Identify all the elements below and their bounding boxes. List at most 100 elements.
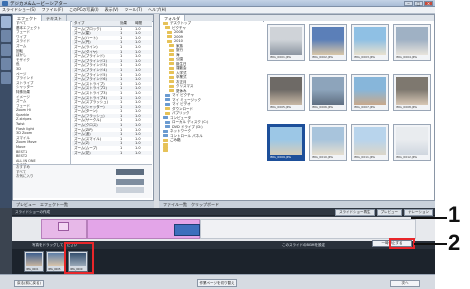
photo-thumbnail[interactable]: IMG_0008.JPG [393, 74, 431, 111]
back-button[interactable]: 戻る(前に戻る) [14, 280, 44, 287]
folder-icon [169, 75, 174, 79]
photo-image [312, 127, 344, 155]
photo-image [270, 127, 302, 155]
file-panel-bottom-tabs: ファイル一覧 クリップボード [159, 200, 435, 208]
timeline-header: スライドショーの作成 スライドショー再生 プレビュー ナレーション [12, 208, 435, 216]
effect-list-rows: ズーム(ブロック) 1 1.0 ズーム(星) 1 1.0 ズーム(ハート) 1 1.0 ズーム(円… [72, 27, 152, 156]
folder-icon [163, 138, 168, 142]
timeline-title: スライドショーの作成 [15, 210, 50, 214]
drive-icon [163, 116, 168, 120]
folder-icon [169, 71, 174, 75]
drive-icon [165, 98, 170, 102]
photo-image [270, 77, 302, 105]
menu-item-photos[interactable]: このPCの写真(I) [69, 7, 99, 13]
tab-file-list[interactable]: ファイル一覧 [163, 202, 187, 208]
timeline-photo-label: IMG_0001 [26, 268, 39, 271]
preview-button[interactable]: プレビュー [376, 209, 403, 216]
timeline-photo-label: IMG_0005 [48, 268, 61, 271]
tool-button-text[interactable] [1, 44, 11, 56]
callout-number-1: 1 [448, 202, 461, 227]
narration-button[interactable]: ナレーション [404, 209, 433, 216]
selected-clip[interactable] [174, 224, 200, 236]
tab-effect-list[interactable]: エフェクト一覧 [40, 202, 68, 208]
menu-item-tools[interactable]: ツール(T) [124, 7, 142, 13]
window-controls: ‒ □ × [404, 1, 433, 6]
app-icon [2, 1, 8, 6]
photo-filename: IMG_0011.JPG [354, 155, 375, 159]
drive-icon [163, 129, 168, 133]
folder-item-label: ごみ箱 [170, 138, 181, 142]
title-bar: デジカメ&ムービーシアター ‒ □ × [0, 0, 435, 7]
timeline-photo[interactable]: IMG_0001 [24, 251, 44, 272]
folder-icon [169, 48, 174, 52]
photo-thumbnail[interactable]: IMG_0003.JPG [351, 24, 389, 61]
photo-thumbnail[interactable]: IMG_0002.JPG [309, 24, 347, 61]
effect-category-tree[interactable]: すべて 基本エフェクト フェード ワイプ スライド ズーム 回転 ぼかし モザイク色 3D ページブ… [13, 21, 71, 164]
photo-filename: IMG_0002.JPG [312, 55, 333, 59]
photo-image [312, 27, 344, 55]
menu-item-file[interactable]: ファイル(F) [42, 7, 63, 13]
effect-type-cell: ズーム(花) [74, 150, 91, 155]
effect-panel-bottom-tabs: プレビュー エフェクト一覧 [12, 200, 154, 208]
bgm-track-hint: このスライドのBGMを設定 [282, 243, 326, 247]
drive-icon [163, 134, 168, 138]
switch-page-button[interactable]: 作業ページを切り替え [197, 279, 237, 287]
column-header-type[interactable]: タイプ [72, 21, 120, 26]
app-window: デジカメ&ムービーシアター ‒ □ × スライドショー(S) ファイル(F) こ… [0, 0, 435, 289]
menu-item-help[interactable]: ヘルプ(H) [148, 7, 166, 13]
photo-thumbnail[interactable]: IMG_0001.JPG [267, 24, 305, 61]
folder-icon [167, 35, 172, 39]
status-bar: 戻る(前に戻る) 作業ページを切り替え 次へ [0, 274, 435, 289]
folder-icon [169, 66, 174, 70]
play-slideshow-button[interactable]: スライドショー再生 [335, 209, 375, 216]
tab-clipboard[interactable]: クリップボード [191, 202, 219, 208]
folder-icon [169, 84, 174, 88]
next-button[interactable]: 次へ [390, 280, 420, 287]
column-header-effect[interactable]: 効果 [120, 21, 135, 26]
folder-icon [165, 26, 170, 30]
folder-icon [169, 44, 174, 48]
tool-button-music[interactable] [1, 58, 11, 70]
effect-clip-icon [58, 222, 69, 231]
callout-number-2: 2 [448, 230, 461, 255]
photo-thumbnail[interactable]: IMG_0010.JPG [309, 124, 347, 161]
tab-preview[interactable]: プレビュー [16, 202, 36, 208]
folder-icon [163, 148, 168, 152]
effect-time-cell: 1.0 [135, 150, 141, 155]
close-button[interactable]: × [424, 1, 433, 6]
photo-thumbnail[interactable]: IMG_0004.JPG [393, 24, 431, 61]
maximize-button[interactable]: □ [414, 1, 423, 6]
photo-filename: IMG_0008.JPG [396, 105, 417, 109]
photo-thumbnail[interactable]: IMG_0011.JPG [351, 124, 389, 161]
effect-list: タイプ 効果 時間 ズーム(ブロック) 1 1.0 ズーム(星) 1 1.0 ズーム(ハート… [72, 21, 152, 164]
folder-icon [169, 53, 174, 57]
photo-thumbnail[interactable]: IMG_0006.JPG [309, 74, 347, 111]
tool-button-output[interactable] [1, 72, 11, 84]
photo-thumbnail[interactable]: IMG_0009.JPG [267, 124, 305, 161]
timeline-photo[interactable]: IMG_0005 [46, 251, 66, 272]
thumbnail-grid: IMG_0001.JPG IMG_0002.JPG IMG_0003.JPG IMG_… [264, 21, 434, 200]
minimize-button[interactable]: ‒ [404, 1, 413, 6]
effect-preview-box: おすすめ すべて お気に入り [13, 164, 152, 198]
photo-thumbnail[interactable]: IMG_0012.JPG [393, 124, 431, 161]
column-header-time[interactable]: 時間 [135, 21, 150, 26]
tool-button-effect[interactable] [1, 30, 11, 42]
menu-item-slideshow[interactable]: スライドショー(S) [2, 7, 36, 13]
preview-image-2 [116, 179, 144, 185]
empty-track-area[interactable] [200, 219, 416, 239]
photo-thumbnail[interactable]: IMG_0007.JPG [351, 74, 389, 111]
effect-clip[interactable] [41, 219, 87, 239]
folder-icon [165, 111, 170, 115]
timeline-header-buttons: スライドショー再生 プレビュー ナレーション [335, 209, 433, 216]
drive-icon [165, 120, 170, 124]
drive-icon [165, 102, 170, 106]
tool-button-edit[interactable] [1, 16, 11, 28]
drive-icon [165, 93, 170, 97]
menu-item-view[interactable]: 表示(V) [105, 7, 119, 13]
folder-item[interactable] [160, 148, 263, 152]
photo-filename: IMG_0012.JPG [396, 155, 417, 159]
photo-thumbnail[interactable]: IMG_0005.JPG [267, 74, 305, 111]
effect-row[interactable]: ズーム(花) 1 1.0 [72, 150, 152, 156]
folder-tree: デスクトップ ピクチャ 2008 2009 2010 家族 旅行海公園 誕生日 運動会 入学式 卒業… [160, 21, 263, 200]
folder-icon [167, 39, 172, 43]
